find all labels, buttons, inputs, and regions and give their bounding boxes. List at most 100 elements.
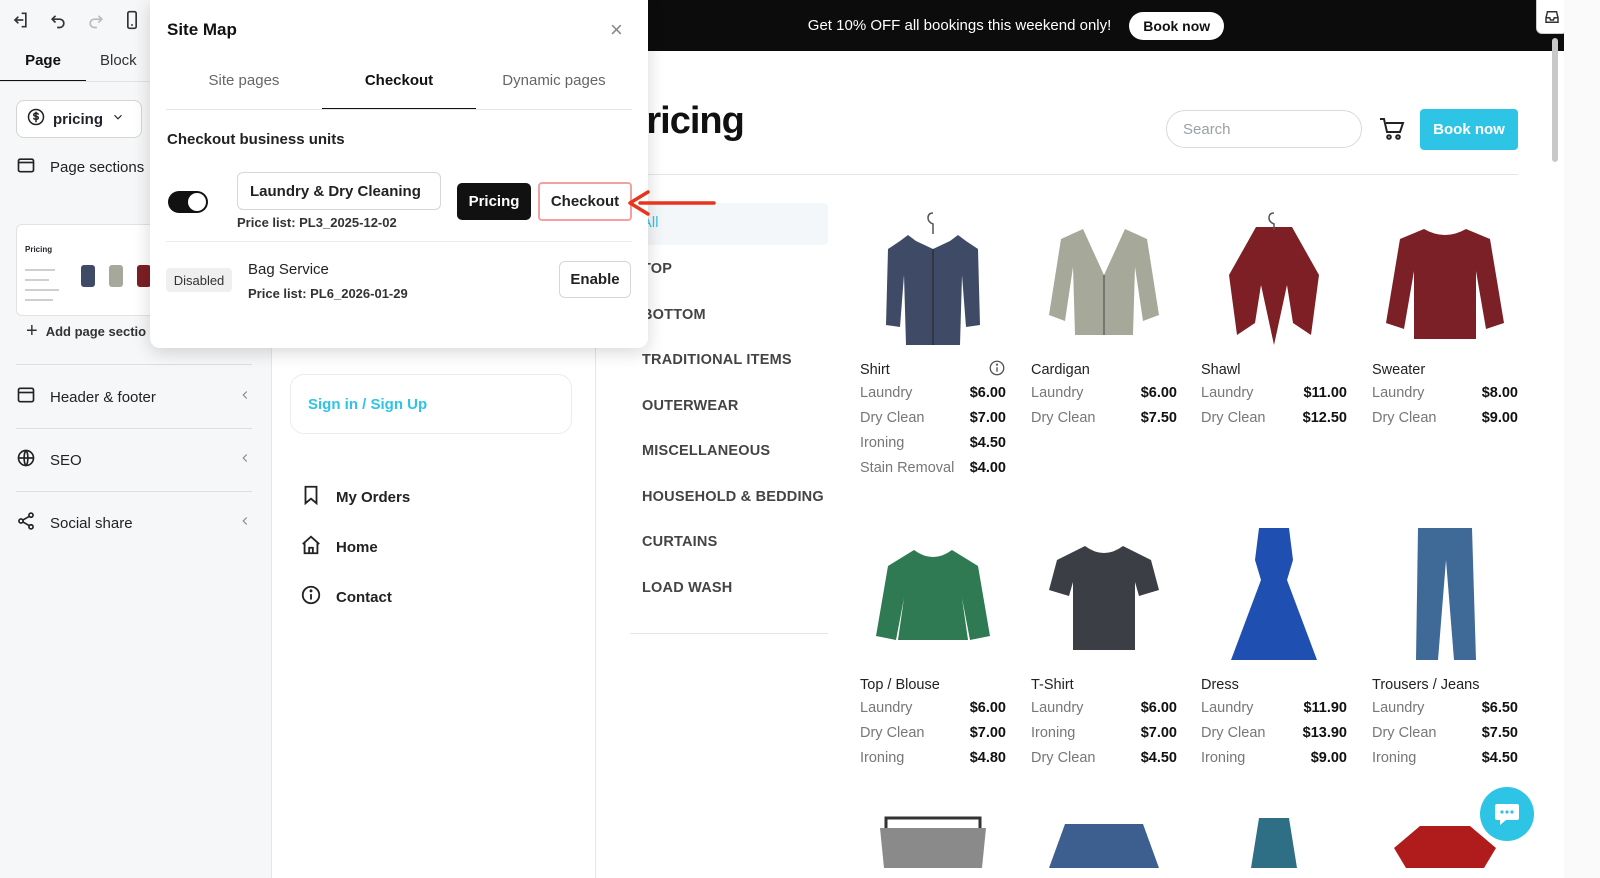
price-row: Ironing $4.50 xyxy=(860,431,1006,456)
promo-book-now-button[interactable]: Book now xyxy=(1129,11,1225,40)
inbox-icon[interactable] xyxy=(1536,0,1564,34)
page-selector-value: pricing xyxy=(53,110,104,128)
service-name: Dry Clean xyxy=(1372,410,1437,426)
chevron-left-icon xyxy=(238,514,252,532)
product-name: Shirt xyxy=(860,359,1006,381)
enable-button[interactable]: Enable xyxy=(559,261,631,298)
service-name: Dry Clean xyxy=(1201,725,1266,741)
section-subtitle: Checkout business units xyxy=(167,131,345,148)
price-row: Laundry $6.00 xyxy=(860,696,1006,721)
service-price: $8.00 xyxy=(1481,385,1518,401)
menu-item-home[interactable]: Home xyxy=(300,534,378,560)
mobile-preview-icon[interactable] xyxy=(120,8,144,32)
service-name: Ironing xyxy=(860,750,905,766)
product-image xyxy=(860,520,1006,670)
product-card[interactable]: Sweater Laundry $8.00 Dry Clean $9.00 xyxy=(1372,205,1518,431)
thumb-product xyxy=(109,265,123,287)
product-image[interactable] xyxy=(1201,808,1347,878)
checkout-page-button[interactable]: Checkout xyxy=(538,182,632,221)
exit-icon[interactable] xyxy=(8,8,32,32)
service-name: Dry Clean xyxy=(1031,750,1096,766)
tab-dynamic-pages[interactable]: Dynamic pages xyxy=(476,66,632,110)
editor-tabs: Page Block xyxy=(0,42,160,82)
menu-item-contact[interactable]: Contact xyxy=(300,584,392,610)
service-price: $7.50 xyxy=(1140,410,1177,426)
bookmark-icon xyxy=(300,484,322,510)
product-card[interactable]: Dress Laundry $11.90 Dry Clean $13.90 Ironing… xyxy=(1201,520,1347,771)
price-row: Stain Removal $4.00 xyxy=(860,456,1006,481)
chat-button[interactable] xyxy=(1480,787,1534,841)
service-name: Laundry xyxy=(1372,385,1425,401)
category-household[interactable]: HOUSEHOLD & BEDDING xyxy=(642,489,824,505)
undo-icon[interactable] xyxy=(46,8,70,32)
category-outerwear[interactable]: OUTERWEAR xyxy=(642,398,739,414)
book-now-button[interactable]: Book now xyxy=(1420,109,1518,150)
page-section-thumbnail[interactable]: Pricing xyxy=(16,224,156,316)
thumbnail-title: Pricing xyxy=(25,245,53,254)
scrollbar-track[interactable] xyxy=(1564,0,1600,878)
panel-label: SEO xyxy=(50,451,82,469)
share-icon xyxy=(16,511,36,535)
tab-site-pages[interactable]: Site pages xyxy=(166,66,322,110)
tab-page[interactable]: Page xyxy=(0,42,86,82)
product-name: T-Shirt xyxy=(1031,674,1177,696)
divider xyxy=(16,491,252,492)
panel-seo[interactable]: SEO xyxy=(16,440,252,480)
info-icon[interactable] xyxy=(988,359,1006,381)
product-image xyxy=(1031,205,1177,355)
price-row: Ironing $7.00 xyxy=(1031,721,1177,746)
thumb-line xyxy=(25,269,55,271)
product-image[interactable] xyxy=(1031,808,1177,878)
product-name-text: Trousers / Jeans xyxy=(1372,677,1480,693)
business-unit-name-field[interactable]: Laundry & Dry Cleaning xyxy=(237,172,441,210)
price-row: Dry Clean $4.50 xyxy=(1031,746,1177,771)
product-card[interactable]: Top / Blouse Laundry $6.00 Dry Clean $7.00 Ir… xyxy=(860,520,1006,771)
chevron-left-icon xyxy=(238,451,252,469)
cart-icon[interactable] xyxy=(1378,116,1406,142)
product-card[interactable]: T-Shirt Laundry $6.00 Ironing $7.00 Dry Clean… xyxy=(1031,520,1177,771)
price-row: Laundry $8.00 xyxy=(1372,381,1518,406)
menu-item-my-orders[interactable]: My Orders xyxy=(300,484,410,510)
category-miscellaneous[interactable]: MISCELLANEOUS xyxy=(642,443,770,459)
category-bottom[interactable]: BOTTOM xyxy=(642,307,706,323)
price-row: Laundry $6.00 xyxy=(1031,696,1177,721)
thumb-line xyxy=(25,299,53,301)
service-price: $6.50 xyxy=(1481,700,1518,716)
home-icon xyxy=(300,534,322,560)
close-icon[interactable]: × xyxy=(610,19,623,41)
product-name-text: Cardigan xyxy=(1031,362,1090,378)
redo-icon[interactable] xyxy=(84,8,108,32)
price-row: Ironing $4.50 xyxy=(1372,746,1518,771)
category-curtains[interactable]: CURTAINS xyxy=(642,534,717,550)
service-price: $7.50 xyxy=(1481,725,1518,741)
product-name-text: Top / Blouse xyxy=(860,677,940,693)
pricing-page-button[interactable]: Pricing xyxy=(457,183,531,220)
header-divider xyxy=(592,174,1518,175)
thumb-line xyxy=(25,289,59,291)
page-selector[interactable]: pricing xyxy=(16,100,142,138)
product-card[interactable]: Shirt Laundry $6.00 Dry Clean $7.00 Ironing $4… xyxy=(860,205,1006,481)
product-image[interactable] xyxy=(860,808,1006,878)
category-load-wash[interactable]: LOAD WASH xyxy=(642,580,732,596)
service-price: $4.50 xyxy=(1140,750,1177,766)
sign-in-link[interactable]: Sign in / Sign Up xyxy=(290,374,572,434)
product-card[interactable]: Cardigan Laundry $6.00 Dry Clean $7.50 xyxy=(1031,205,1177,431)
panel-social-share[interactable]: Social share xyxy=(16,503,252,543)
add-page-section-button[interactable]: + Add page sectio xyxy=(26,320,146,343)
search-input[interactable]: Search xyxy=(1166,110,1362,148)
service-name: Laundry xyxy=(1031,700,1084,716)
service-price: $6.00 xyxy=(969,385,1006,401)
product-card[interactable]: Trousers / Jeans Laundry $6.50 Dry Clean $7.… xyxy=(1372,520,1518,771)
scrollbar-thumb[interactable] xyxy=(1552,38,1558,162)
category-traditional[interactable]: TRADITIONAL ITEMS xyxy=(642,352,792,368)
layout-icon xyxy=(16,385,36,409)
product-card[interactable]: Shawl Laundry $11.00 Dry Clean $12.50 xyxy=(1201,205,1347,431)
product-image xyxy=(1031,520,1177,670)
product-image xyxy=(1372,205,1518,355)
unit-enabled-toggle[interactable] xyxy=(168,191,208,213)
price-row: Dry Clean $7.00 xyxy=(860,406,1006,431)
product-name: Dress xyxy=(1201,674,1347,696)
service-price: $7.00 xyxy=(969,410,1006,426)
tab-checkout[interactable]: Checkout xyxy=(322,66,476,110)
panel-header-footer[interactable]: Header & footer xyxy=(16,377,252,417)
